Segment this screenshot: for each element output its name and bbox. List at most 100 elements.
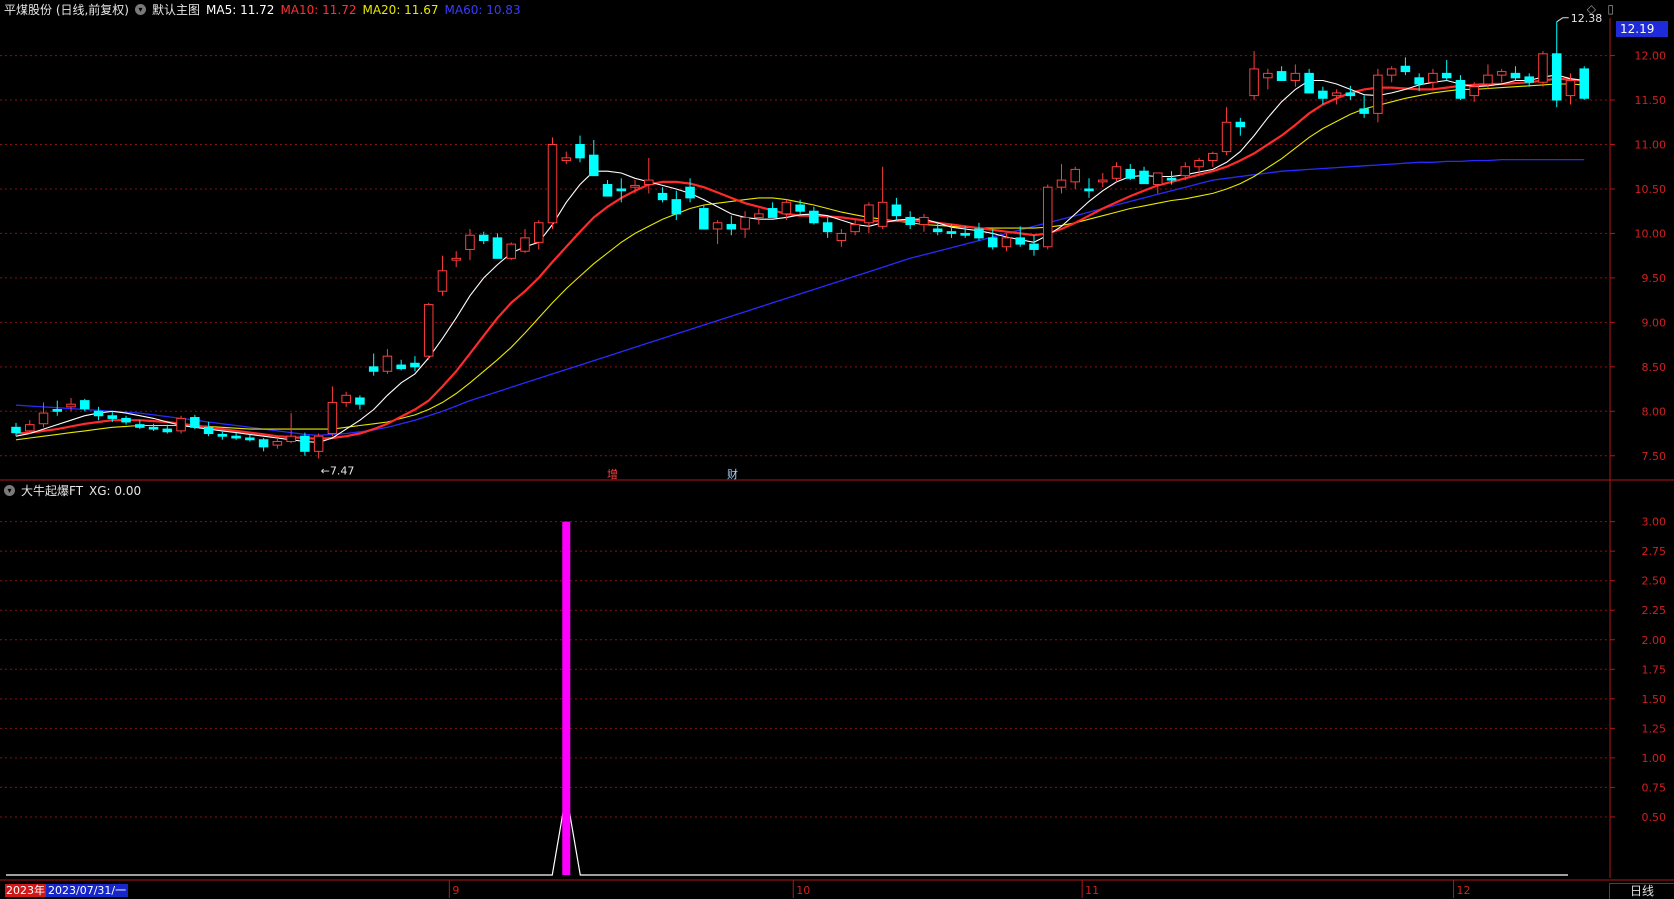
candle-body: [1414, 77, 1424, 85]
indicator-header: ▾ 大牛起爆FT XG: 0.00: [4, 482, 141, 499]
candle-body: [1056, 179, 1067, 188]
candle-body: [822, 222, 833, 233]
y-tick-label: 9.50: [1642, 272, 1667, 285]
candle-body: [1483, 74, 1493, 85]
candle-body: [451, 257, 461, 261]
candle-body: [1373, 74, 1383, 114]
candle-body: [341, 394, 351, 403]
candle-body: [382, 355, 393, 372]
candle-body: [300, 435, 310, 452]
candle-body: [877, 201, 888, 227]
candle-body: [1538, 53, 1548, 83]
panel-toggle-icon[interactable]: ▯: [1607, 2, 1614, 16]
y-tick-label: 8.50: [1642, 361, 1667, 374]
candle-body: [478, 234, 489, 242]
candle-body: [423, 304, 434, 357]
candle-body: [602, 184, 613, 197]
y-tick-label: 0.75: [1642, 781, 1667, 794]
candle-body: [864, 204, 874, 224]
x-tick-label: 9: [452, 884, 459, 897]
chevron-down-icon[interactable]: ▾: [4, 485, 15, 496]
candle-body: [1345, 92, 1356, 97]
candle-body: [891, 204, 902, 217]
y-tick-label: 8.00: [1642, 405, 1667, 418]
candle-body: [905, 216, 915, 226]
candle-body: [11, 426, 21, 434]
candle-body: [1455, 79, 1466, 99]
candle-body: [1565, 79, 1576, 97]
chart-canvas[interactable]: 7.50 8.00 8.50 9.00 9.50 10.00 10.50 11.00 11.50…: [0, 0, 1674, 899]
y-tick-label: 2.75: [1642, 545, 1667, 558]
candle-body: [93, 410, 104, 417]
candle-body: [1249, 68, 1259, 97]
period-button[interactable]: 日线: [1609, 883, 1674, 899]
candle-body: [1579, 68, 1590, 99]
candle-body: [1331, 92, 1342, 97]
date-cursor-date: 2023/07/31/一: [46, 884, 129, 897]
candle-body: [506, 243, 516, 259]
candle-body: [850, 224, 860, 233]
candle-body: [245, 437, 255, 441]
event-marker-cai[interactable]: 财: [727, 466, 738, 482]
indicator-value: XG: 0.00: [89, 483, 142, 498]
candle-body: [66, 403, 76, 408]
candle-body: [465, 234, 475, 250]
candle-body: [740, 216, 750, 230]
y-tick-label: 3.00: [1642, 516, 1667, 529]
candle-body: [699, 208, 709, 230]
candle-body: [960, 232, 970, 236]
candle-body: [396, 364, 406, 370]
ma20-line: [15, 83, 1585, 441]
stock-title[interactable]: 平煤股份 (日线,前复权): [4, 1, 129, 18]
candle-body: [1469, 86, 1479, 97]
candle-body: [1551, 53, 1562, 101]
ma10-legend: MA10: 11.72: [280, 2, 357, 17]
candle-body: [203, 426, 214, 435]
chevron-down-icon[interactable]: ▾: [135, 4, 146, 15]
candle-body: [1111, 166, 1122, 179]
y-tick-label: 7.50: [1642, 450, 1667, 463]
candle-body: [492, 237, 503, 259]
diamond-icon[interactable]: ◇: [1587, 2, 1596, 16]
candle-body: [162, 428, 173, 433]
candle-body: [533, 222, 544, 243]
template-name[interactable]: 默认主图: [152, 1, 200, 18]
candle-body: [1359, 108, 1369, 114]
candle-body: [1084, 188, 1094, 192]
candle-body: [272, 441, 283, 446]
y-tick-label: 12.00: [1635, 50, 1667, 63]
xg-line: [6, 793, 1568, 876]
candle-body: [38, 412, 49, 425]
candle-body: [561, 157, 572, 162]
candle-body: [1290, 72, 1301, 81]
candle-body: [712, 222, 723, 230]
candle-body: [1221, 121, 1232, 153]
candle-body: [575, 144, 585, 159]
candle-body: [1400, 65, 1411, 73]
candle-body: [107, 415, 118, 419]
candle-body: [1029, 243, 1039, 250]
event-marker-zeng[interactable]: 增: [607, 466, 618, 482]
candle-body: [1304, 72, 1314, 94]
candle-body: [368, 366, 379, 372]
candle-body: [1015, 237, 1025, 245]
date-cursor-year: 2023年: [5, 884, 46, 897]
candle-body: [671, 199, 682, 215]
candle-body: [176, 417, 186, 432]
candle-body: [1208, 152, 1218, 162]
candle-body: [1153, 172, 1163, 186]
candle-body: [1318, 90, 1328, 99]
candle-body: [809, 210, 819, 224]
x-tick-label: 12: [1457, 884, 1471, 897]
candle-body: [1001, 237, 1012, 248]
indicator-title[interactable]: 大牛起爆FT: [21, 482, 83, 499]
candle-body: [616, 188, 627, 192]
candle-body: [754, 213, 764, 218]
candle-body: [987, 237, 998, 248]
candle-body: [1263, 72, 1273, 79]
candle-body: [1496, 71, 1507, 76]
candle-body: [121, 417, 131, 423]
candle-body: [1428, 72, 1438, 83]
candle-body: [685, 186, 695, 199]
current-price-badge: 12.19: [1616, 21, 1668, 37]
